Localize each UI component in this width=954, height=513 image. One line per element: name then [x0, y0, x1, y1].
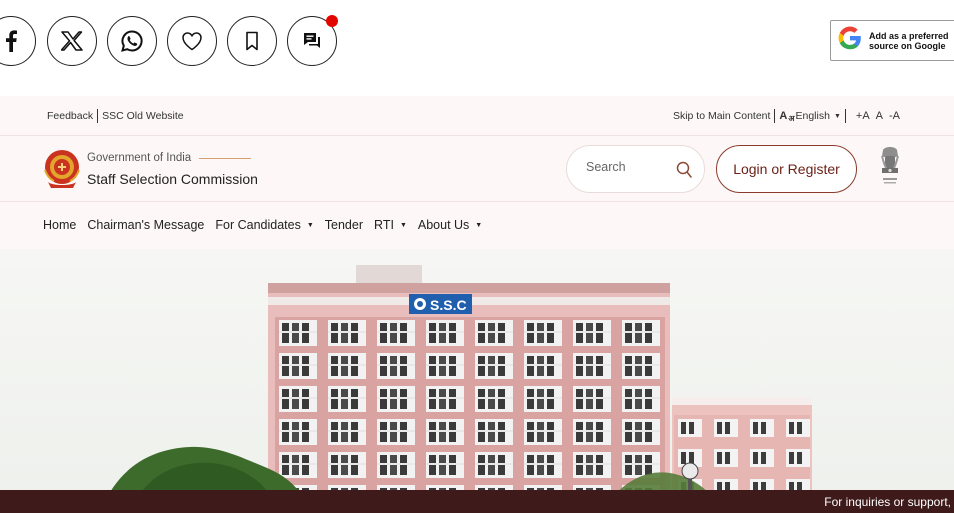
language-selector[interactable]: Aअ English ▼	[779, 108, 840, 124]
share-bar: Add as a preferred source on Google	[0, 0, 954, 96]
translate-icon-devanagari: अ	[788, 114, 795, 123]
nav-tender[interactable]: Tender	[325, 218, 363, 232]
comments-icon	[302, 31, 322, 51]
old-website-link[interactable]: SSC Old Website	[102, 110, 184, 122]
national-emblem-icon	[877, 144, 903, 188]
x-share-button[interactable]	[47, 16, 97, 66]
chevron-down-icon: ▼	[306, 221, 314, 229]
nav-label: Home	[43, 218, 77, 232]
facebook-icon	[4, 30, 18, 52]
page: Add as a preferred source on Google Feed…	[0, 0, 954, 513]
whatsapp-icon	[120, 29, 144, 53]
font-decrease-button[interactable]: -A	[889, 110, 900, 122]
divider	[97, 109, 99, 123]
nav-about-us[interactable]: About Us ▼	[418, 218, 482, 232]
translate-icon: A	[779, 110, 788, 122]
hero-banner-image: S.S.C	[0, 249, 954, 513]
login-register-button[interactable]: Login or Register	[716, 145, 857, 193]
font-normal-button[interactable]: A	[876, 110, 883, 122]
government-label: Government of India	[87, 152, 252, 164]
chevron-down-icon: ▼	[475, 221, 483, 229]
ssc-website: Feedback SSC Old Website Skip to Main Co…	[0, 96, 954, 513]
nav-home[interactable]: Home	[43, 218, 76, 232]
support-banner: For inquiries or support,	[0, 490, 954, 513]
nav-label: RTI	[374, 218, 394, 232]
facebook-share-button[interactable]	[0, 16, 36, 66]
building-sign: S.S.C	[430, 297, 467, 313]
search-box[interactable]	[566, 145, 705, 193]
nav-for-candidates[interactable]: For Candidates ▼	[215, 218, 313, 232]
bookmark-icon	[245, 31, 259, 51]
language-label: English	[795, 110, 830, 122]
font-increase-button[interactable]: +A	[856, 110, 870, 122]
nav-label: Tender	[324, 218, 364, 232]
google-icon	[837, 25, 863, 56]
skip-to-content-link[interactable]: Skip to Main Content	[673, 110, 770, 122]
nav-chairmans-message[interactable]: Chairman's Message	[87, 218, 204, 232]
nav-label: About Us	[417, 218, 470, 232]
notification-dot	[326, 15, 338, 27]
google-preferred-source-button[interactable]: Add as a preferred source on Google	[830, 20, 954, 61]
divider	[774, 109, 776, 123]
heart-icon	[181, 31, 203, 51]
nav-label: For Candidates	[215, 218, 301, 232]
decorative-rule	[199, 157, 252, 159]
nav-rti[interactable]: RTI ▼	[374, 218, 407, 232]
divider	[844, 109, 846, 123]
utility-bar: Feedback SSC Old Website Skip to Main Co…	[0, 96, 954, 136]
chevron-down-icon: ▼	[833, 112, 841, 120]
site-header: Government of India Staff Selection Comm…	[0, 136, 954, 202]
ssc-logo[interactable]	[43, 148, 81, 190]
search-icon[interactable]	[676, 161, 692, 183]
bookmark-button[interactable]	[227, 16, 277, 66]
x-icon	[61, 31, 83, 51]
support-text: For inquiries or support,	[824, 495, 951, 509]
search-input[interactable]	[586, 160, 666, 174]
organization-name[interactable]: Staff Selection Commission	[87, 171, 258, 187]
google-card-text: Add as a preferred source on Google	[869, 30, 949, 51]
whatsapp-share-button[interactable]	[107, 16, 157, 66]
gov-text: Government of India	[87, 152, 192, 164]
feedback-link[interactable]: Feedback	[47, 110, 93, 122]
chevron-down-icon: ▼	[399, 221, 407, 229]
comments-button[interactable]	[287, 15, 338, 66]
main-navigation: Home Chairman's Message For Candidates ▼ …	[0, 202, 954, 248]
nav-label: Chairman's Message	[87, 218, 205, 232]
like-button[interactable]	[167, 16, 217, 66]
